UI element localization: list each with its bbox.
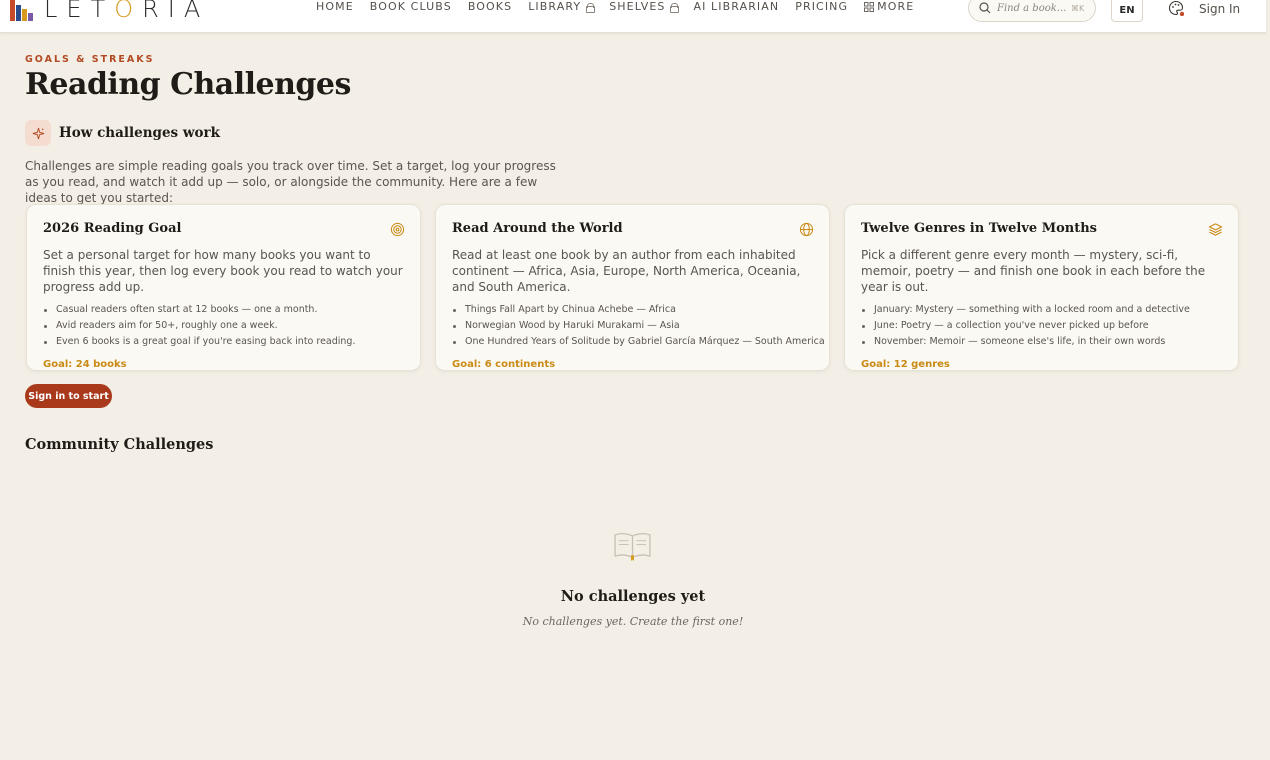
empty-state-subtitle: No challenges yet. Create the first one! [522, 615, 744, 628]
page-title: Reading Challenges [25, 67, 351, 102]
page-eyebrow: GOALS & STREAKS [25, 54, 155, 65]
card-description: Set a personal target for how many books… [43, 248, 403, 294]
card-goal: Goal: 6 continents [452, 359, 556, 370]
list-item: Norwegian Wood by Haruki Murakami — Asia [452, 318, 813, 334]
card-title: 2026 Reading Goal [43, 221, 182, 236]
list-item: Casual readers often start at 12 books —… [43, 302, 404, 318]
list-item: November: Memoir — someone else's life, … [861, 334, 1222, 350]
logo-wordmark: LETORIA [44, 0, 210, 23]
nav-ai-librarian[interactable]: AI LIBRARIAN [693, 0, 779, 14]
card-tips-list: Casual readers often start at 12 books —… [43, 302, 404, 350]
nav-library[interactable]: LIBRARY [528, 0, 596, 14]
card-title: Twelve Genres in Twelve Months [861, 221, 1097, 236]
list-item: One Hundred Years of Solitude by Gabriel… [452, 334, 825, 350]
challenge-card-twelve-genres[interactable]: Twelve Genres in Twelve Months Pick a di… [844, 204, 1239, 371]
community-challenges-heading: Community Challenges [25, 436, 214, 453]
search-input[interactable] [997, 2, 1067, 14]
grid-icon [864, 2, 875, 12]
card-description: Read at least one book by an author from… [452, 248, 801, 294]
palette-icon[interactable] [1168, 0, 1184, 16]
nav-more[interactable]: MORE [864, 0, 914, 14]
card-description: Pick a different genre every month — mys… [861, 248, 1206, 294]
sparkle-icon [32, 127, 44, 139]
sign-in-to-start-button[interactable]: Sign in to start [25, 384, 112, 408]
site-logo[interactable]: LETORIA [8, 0, 209, 24]
sign-in-link[interactable]: Sign In [1199, 2, 1240, 16]
card-tips-list: Things Fall Apart by Chinua Achebe — Afr… [452, 302, 825, 350]
search-shortcut: ⌘K [1071, 3, 1085, 13]
nav-pricing[interactable]: PRICING [795, 0, 848, 14]
card-tips-list: January: Mystery — something with a lock… [861, 302, 1222, 350]
nav-books[interactable]: BOOKS [468, 0, 512, 14]
card-goal: Goal: 12 genres [861, 359, 950, 370]
logo-mark-icon [10, 0, 33, 21]
challenge-card-reading-goal[interactable]: 2026 Reading Goal Set a personal target … [26, 204, 421, 371]
globe-icon [799, 222, 814, 237]
intro-text: Challenges are simple reading goals you … [25, 159, 556, 205]
nav-home[interactable]: HOME [316, 0, 354, 14]
list-item: June: Poetry — a collection you've never… [861, 318, 1222, 334]
layers-icon [1208, 223, 1223, 236]
open-book-icon [614, 533, 651, 562]
lock-icon [670, 3, 680, 13]
search-box[interactable]: ⌘K [968, 0, 1096, 22]
list-item: Even 6 books is a great goal if you're e… [43, 334, 404, 350]
target-icon [390, 222, 405, 237]
lock-icon [586, 3, 596, 13]
top-navigation-bar: LETORIA HOME BOOK CLUBS BOOKS LIBRARY SH… [0, 0, 1266, 33]
nav-shelves[interactable]: SHELVES [609, 0, 680, 14]
list-item: January: Mystery — something with a lock… [861, 302, 1222, 318]
sparkle-icon-badge [25, 120, 51, 146]
empty-state-title: No challenges yet [560, 588, 706, 605]
card-goal: Goal: 24 books [43, 359, 127, 370]
list-item: Avid readers aim for 50+, roughly one a … [43, 318, 404, 334]
card-title: Read Around the World [452, 221, 623, 236]
main-nav: HOME BOOK CLUBS BOOKS LIBRARY SHELVES AI… [316, 0, 930, 14]
how-it-works-heading: How challenges work [59, 125, 220, 141]
challenge-card-around-the-world[interactable]: Read Around the World Read at least one … [435, 204, 830, 371]
language-selector[interactable]: EN [1111, 0, 1143, 22]
search-icon [979, 2, 991, 14]
list-item: Things Fall Apart by Chinua Achebe — Afr… [452, 302, 813, 318]
nav-book-clubs[interactable]: BOOK CLUBS [370, 0, 452, 14]
